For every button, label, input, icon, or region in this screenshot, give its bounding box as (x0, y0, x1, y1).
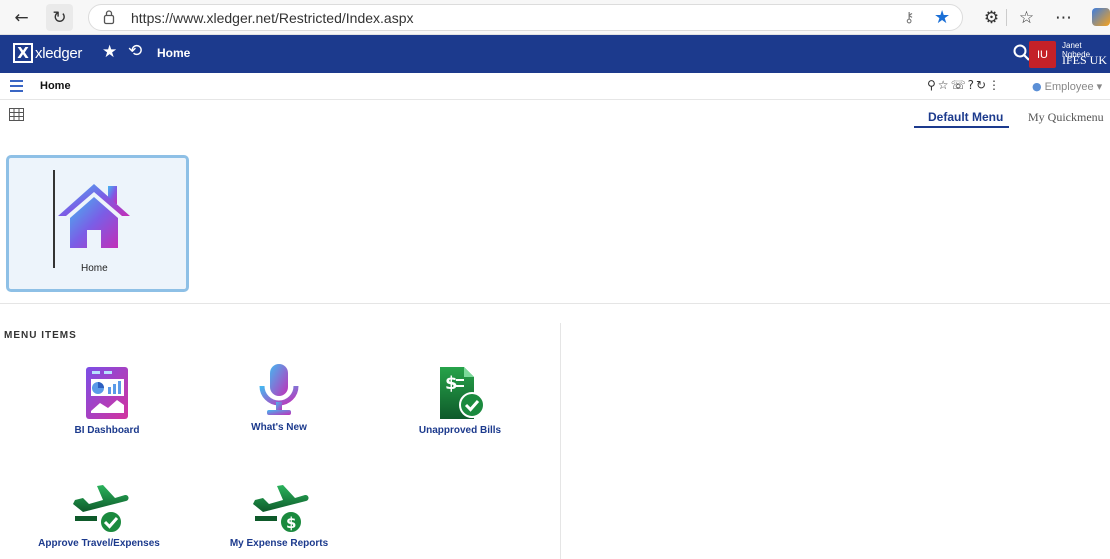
bill-check-icon: $ (440, 367, 485, 419)
refresh-icon[interactable]: ↻ (976, 78, 987, 92)
menu-item-unapproved-bills[interactable]: $ Unapproved Bills (380, 365, 540, 436)
plane-dollar-icon: $ (253, 485, 309, 534)
menu-item-label: Unapproved Bills (418, 425, 502, 436)
xledger-logo[interactable]: X xledger (13, 43, 82, 63)
tab-default-menu[interactable]: Default Menu (928, 110, 1003, 124)
chat-icon[interactable]: ☏ (951, 78, 967, 92)
logo-mark: X (13, 43, 33, 63)
role-label: Employee (1044, 81, 1094, 93)
avatar[interactable]: IU (1029, 41, 1056, 68)
tile-divider (53, 170, 55, 268)
menu-item-bi-dashboard[interactable]: BI Dashboard (27, 365, 187, 436)
person-icon: ● (1032, 80, 1042, 93)
menu-item-my-expense-reports[interactable]: $ My Expense Reports (199, 478, 359, 549)
dashboard-icon (86, 367, 128, 419)
menu-item-whats-new[interactable]: What's New (199, 362, 359, 433)
home-tile[interactable]: Home (6, 155, 189, 292)
browser-toolbar: ← ↻ https://www.xledger.net/Restricted/I… (0, 0, 1110, 35)
more-icon[interactable]: ⋯ (1050, 4, 1077, 31)
menu-item-label: BI Dashboard (74, 425, 140, 436)
menu-item-label: Approve Travel/Expenses (38, 538, 160, 549)
logo-text: xledger (35, 44, 83, 62)
toolbar-divider (1006, 9, 1007, 26)
toolbar-icons: ⚲☆☏?↻⋮ (927, 78, 1002, 92)
house-icon (58, 184, 130, 248)
pin-icon[interactable]: ⚲ (927, 78, 937, 92)
grid-view-icon[interactable] (9, 108, 24, 121)
extensions-icon[interactable]: ⚙ (978, 4, 1005, 31)
back-icon[interactable]: ← (8, 4, 35, 31)
column-divider (560, 323, 561, 559)
plane-check-icon (73, 485, 129, 534)
user-org[interactable]: IFES UK (1062, 53, 1107, 68)
help-icon[interactable]: ? (968, 78, 975, 92)
hamburger-menu-icon[interactable] (10, 80, 23, 92)
favorites-icon[interactable]: ☆ (1013, 4, 1040, 31)
star-outline-icon[interactable]: ☆ (938, 78, 950, 92)
page-title: Home (40, 80, 71, 92)
section-divider (0, 303, 1110, 304)
sub-header: Home ⚲☆☏?↻⋮ ● Employee ▾ (0, 73, 1110, 100)
lock-icon (103, 10, 115, 25)
app-header: X xledger ★ ⟲ Home IU Janet Ngbede IFES … (0, 35, 1110, 73)
url-text[interactable]: https://www.xledger.net/Restricted/Index… (131, 10, 413, 26)
address-bar[interactable]: https://www.xledger.net/Restricted/Index… (88, 4, 963, 31)
key-icon[interactable]: ⚷ (904, 9, 914, 26)
chevron-down-icon: ▾ (1096, 81, 1103, 93)
section-title: MENU ITEMS (4, 330, 77, 341)
more-vertical-icon[interactable]: ⋮ (988, 78, 1001, 92)
role-selector[interactable]: ● Employee ▾ (1032, 80, 1102, 93)
svg-text:$: $ (445, 373, 458, 394)
menu-item-approve-travel-expenses[interactable]: Approve Travel/Expenses (19, 478, 179, 549)
tab-my-quickmenu[interactable]: My Quickmenu (1028, 110, 1104, 125)
microphone-icon (259, 364, 299, 415)
history-icon[interactable]: ⟲ (128, 41, 142, 61)
header-breadcrumb[interactable]: Home (157, 46, 190, 60)
refresh-icon[interactable]: ↻ (46, 4, 73, 31)
favorite-star-icon[interactable]: ★ (934, 7, 950, 28)
copilot-icon[interactable] (1092, 8, 1110, 26)
svg-text:$: $ (286, 514, 296, 532)
tile-label: Home (81, 263, 108, 274)
menu-item-label: My Expense Reports (229, 538, 329, 549)
active-tab-indicator (914, 126, 1009, 128)
menu-item-label: What's New (251, 422, 307, 433)
favorites-star-icon[interactable]: ★ (102, 42, 117, 62)
